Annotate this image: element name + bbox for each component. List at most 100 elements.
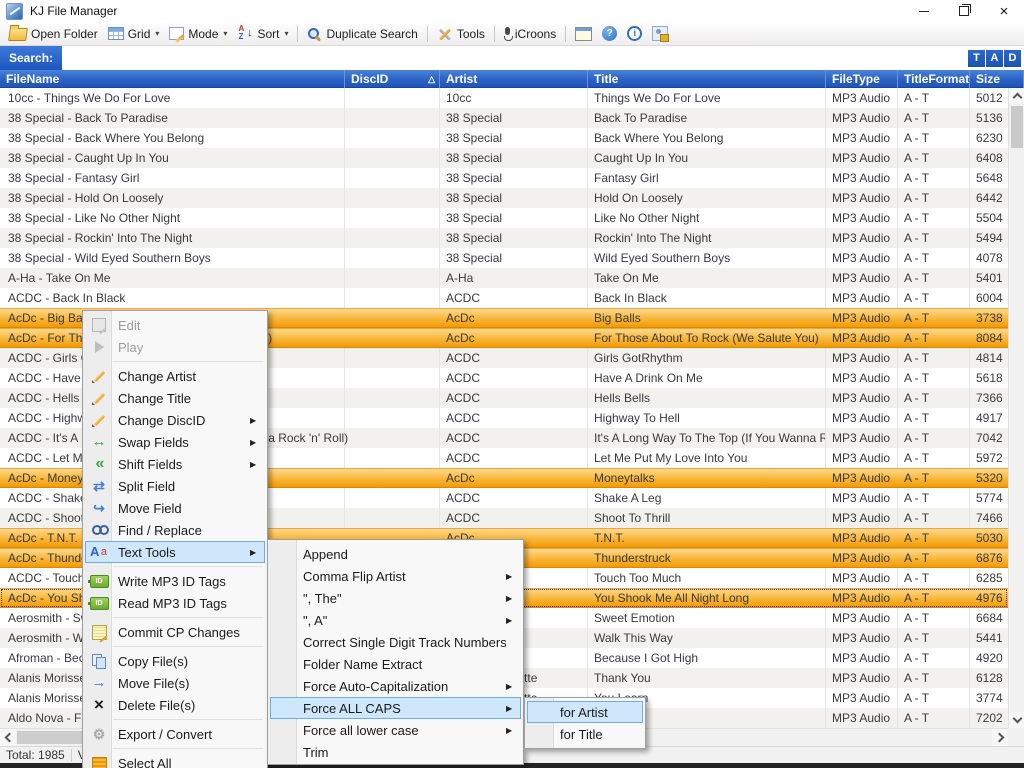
chevron-down-icon: ▾ bbox=[284, 29, 288, 38]
search-input[interactable] bbox=[62, 47, 968, 69]
menu-item-correct-single-digit-track-numbers[interactable]: Correct Single Digit Track Numbers bbox=[270, 631, 521, 653]
menu-item-change-discid[interactable]: Change DiscID▶ bbox=[85, 409, 265, 431]
menu-item-for-artist[interactable]: for Artist bbox=[527, 701, 643, 723]
menu-icon-zone bbox=[86, 575, 112, 588]
menu-item-copy-file-s[interactable]: Copy File(s) bbox=[85, 650, 265, 672]
scroll-up-button[interactable] bbox=[1009, 88, 1024, 104]
menu-item-for-title[interactable]: for Title bbox=[527, 723, 643, 745]
search-flag-t[interactable]: T bbox=[968, 50, 985, 67]
column-header-filename[interactable]: FileName bbox=[0, 70, 345, 88]
vertical-scrollbar[interactable] bbox=[1008, 88, 1024, 728]
scroll-down-button[interactable] bbox=[1009, 712, 1024, 728]
menu-item-force-auto-capitalization[interactable]: Force Auto-Capitalization▶ bbox=[270, 675, 521, 697]
help-icon bbox=[602, 26, 617, 41]
cell-artist: 38 Special bbox=[440, 128, 588, 148]
split-icon: ⇄ bbox=[93, 479, 105, 493]
table-row[interactable]: 38 Special - Wild Eyed Southern Boys38 S… bbox=[0, 248, 1008, 268]
table-row[interactable]: ACDC - Back In BlackACDCBack In BlackMP3… bbox=[0, 288, 1008, 308]
menu-item-export-convert[interactable]: ⚙Export / Convert bbox=[85, 723, 265, 745]
menu-item-edit[interactable]: Edit bbox=[85, 314, 265, 336]
table-row[interactable]: 10cc - Things We Do For Love10ccThings W… bbox=[0, 88, 1008, 108]
table-row[interactable]: 38 Special - Rockin' Into The Night38 Sp… bbox=[0, 228, 1008, 248]
cell-filetype: MP3 Audio bbox=[826, 208, 898, 228]
table-row[interactable]: 38 Special - Hold On Loosely38 SpecialHo… bbox=[0, 188, 1008, 208]
menu-icon-zone bbox=[86, 545, 112, 559]
menu-item-label: Move File(s) bbox=[112, 676, 250, 691]
table-row[interactable]: A-Ha - Take On MeA-HaTake On MeMP3 Audio… bbox=[0, 268, 1008, 288]
menu-item-change-title[interactable]: Change Title bbox=[85, 387, 265, 409]
toolbar-button-sort[interactable]: ↓Sort▾ bbox=[232, 24, 293, 43]
table-row[interactable]: 38 Special - Like No Other Night38 Speci… bbox=[0, 208, 1008, 228]
menu-item-force-all-lower-case[interactable]: Force all lower case▶ bbox=[270, 719, 521, 741]
menu-item-label: ", The" bbox=[297, 591, 506, 606]
restore-icon bbox=[959, 6, 969, 16]
menu-item-play[interactable]: Play bbox=[85, 336, 265, 358]
toolbar-button-user-lock-icon[interactable] bbox=[647, 24, 673, 43]
cell-filetype: MP3 Audio bbox=[826, 288, 898, 308]
menu-item-text-tools[interactable]: Text Tools▶ bbox=[85, 541, 265, 563]
app-window: KJ File Manager × Open FolderGrid▾Mode▾↓… bbox=[0, 0, 1024, 768]
scroll-left-button[interactable] bbox=[0, 729, 16, 746]
cell-size: 6408 bbox=[970, 148, 1008, 168]
menu-item-move-file-s[interactable]: →Move File(s) bbox=[85, 672, 265, 694]
menu-item-move-field[interactable]: ↪Move Field bbox=[85, 497, 265, 519]
menu-item-delete-file-s[interactable]: ×Delete File(s) bbox=[85, 694, 265, 716]
column-header-titleformat[interactable]: TitleFormat bbox=[898, 70, 970, 88]
menu-item-comma-flip-artist[interactable]: Comma Flip Artist▶ bbox=[270, 565, 521, 587]
menu-item-append[interactable]: Append bbox=[270, 543, 521, 565]
menu-item-commit-cp-changes[interactable]: Commit CP Changes bbox=[85, 621, 265, 643]
menu-item-swap-fields[interactable]: ↔Swap Fields▶ bbox=[85, 431, 265, 453]
menu-item-force-all-caps[interactable]: Force ALL CAPS▶ bbox=[270, 697, 521, 719]
table-row[interactable]: 38 Special - Back Where You Belong38 Spe… bbox=[0, 128, 1008, 148]
column-header-label: FileType bbox=[832, 70, 880, 88]
close-button[interactable]: × bbox=[984, 0, 1024, 22]
menu-item-folder-name-extract[interactable]: Folder Name Extract bbox=[270, 653, 521, 675]
menu-item-a[interactable]: ", A"▶ bbox=[270, 609, 521, 631]
toolbar-button-tools[interactable]: Tools bbox=[432, 25, 490, 43]
toolbar-button-duplicate-search[interactable]: Duplicate Search bbox=[302, 25, 422, 43]
column-header-filetype[interactable]: FileType bbox=[826, 70, 898, 88]
vertical-scroll-thumb[interactable] bbox=[1011, 106, 1023, 148]
menu-item-read-mp3-id-tags[interactable]: Read MP3 ID Tags bbox=[85, 592, 265, 614]
menu-item-find-replace[interactable]: Find / Replace bbox=[85, 519, 265, 541]
menu-item-split-field[interactable]: ⇄Split Field bbox=[85, 475, 265, 497]
menu-item-change-artist[interactable]: Change Artist bbox=[85, 365, 265, 387]
cell-filetype: MP3 Audio bbox=[826, 708, 898, 728]
toolbar-button-grid[interactable]: Grid▾ bbox=[103, 25, 165, 43]
menu-separator bbox=[113, 617, 263, 618]
scroll-right-button[interactable] bbox=[992, 729, 1008, 746]
cell-filetype: MP3 Audio bbox=[826, 488, 898, 508]
table-row[interactable]: 38 Special - Back To Paradise38 SpecialB… bbox=[0, 108, 1008, 128]
column-header-title[interactable]: Title bbox=[588, 70, 826, 88]
toolbar-button-label: Sort bbox=[257, 27, 279, 41]
cell-size: 5136 bbox=[970, 108, 1008, 128]
search-flag-d[interactable]: D bbox=[1004, 50, 1021, 67]
column-header-discid[interactable]: DiscID△ bbox=[345, 70, 440, 88]
table-row[interactable]: 38 Special - Fantasy Girl38 SpecialFanta… bbox=[0, 168, 1008, 188]
cell-filename: 38 Special - Back To Paradise bbox=[0, 108, 345, 128]
menu-item-the[interactable]: ", The"▶ bbox=[270, 587, 521, 609]
toolbar-button-info-icon[interactable] bbox=[622, 24, 647, 43]
maximize-button[interactable] bbox=[944, 0, 984, 22]
toolbar-button-help-icon[interactable] bbox=[597, 24, 622, 43]
menu-item-label: Edit bbox=[112, 318, 250, 333]
cell-titleformat: A - T bbox=[898, 529, 970, 547]
search-flag-a[interactable]: A bbox=[986, 50, 1003, 67]
menu-item-shift-fields[interactable]: «Shift Fields▶ bbox=[85, 453, 265, 475]
column-header-size[interactable]: Size bbox=[970, 70, 1024, 88]
menu-item-write-mp3-id-tags[interactable]: Write MP3 ID Tags bbox=[85, 570, 265, 592]
cell-filetype: MP3 Audio bbox=[826, 428, 898, 448]
table-row[interactable]: 38 Special - Caught Up In You38 SpecialC… bbox=[0, 148, 1008, 168]
menu-item-select-all[interactable]: Select All bbox=[85, 752, 265, 768]
toolbar-button-mode[interactable]: Mode▾ bbox=[164, 25, 232, 43]
cell-title: Because I Got High bbox=[588, 648, 826, 668]
menu-item-trim[interactable]: Trim bbox=[270, 741, 521, 763]
cell-size: 7042 bbox=[970, 428, 1008, 448]
cell-discid bbox=[345, 448, 440, 468]
toolbar-button-window-icon[interactable] bbox=[570, 25, 597, 43]
toolbar-button-open-folder[interactable]: Open Folder bbox=[4, 24, 103, 43]
column-header-artist[interactable]: Artist bbox=[440, 70, 588, 88]
toolbar-button-icroons[interactable]: iCroons bbox=[499, 25, 561, 43]
cell-discid bbox=[345, 248, 440, 268]
minimize-button[interactable] bbox=[904, 0, 944, 22]
